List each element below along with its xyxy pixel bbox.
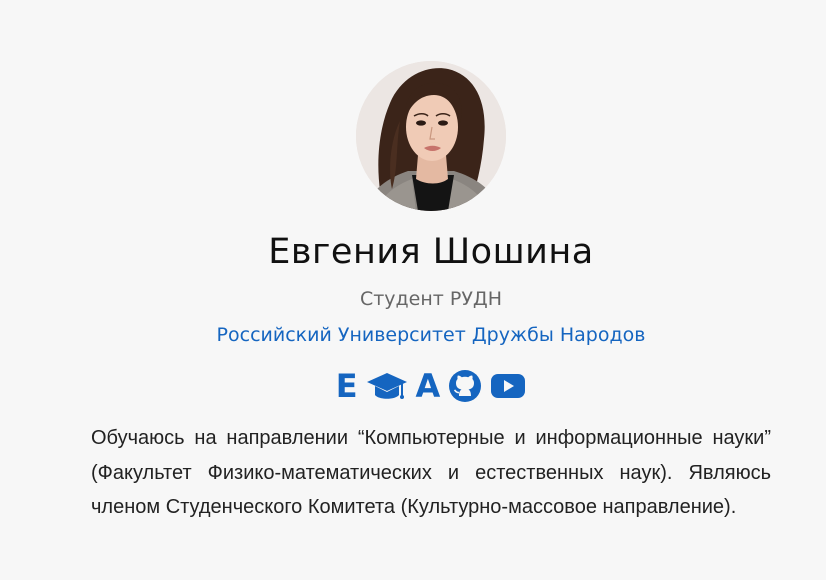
email-icon[interactable]: E bbox=[336, 367, 358, 405]
avatar bbox=[356, 61, 506, 211]
academia-icon[interactable]: A bbox=[416, 367, 441, 405]
profile-role: Студент РУДН bbox=[359, 288, 503, 310]
youtube-icon[interactable] bbox=[490, 372, 526, 400]
graduation-cap-icon[interactable] bbox=[366, 369, 408, 403]
profile-name: Евгения Шошина bbox=[268, 232, 594, 272]
github-icon[interactable] bbox=[448, 369, 482, 403]
profile-page: Евгения Шошина Студент РУДН Российский У… bbox=[0, 0, 826, 580]
social-links: E A bbox=[0, 366, 826, 406]
bio-text: Обучаюсь на направлении “Компьютерные и … bbox=[91, 427, 771, 518]
organization-link[interactable]: Российский Университет Дружбы Народов bbox=[0, 324, 826, 346]
avatar-photo bbox=[356, 61, 506, 211]
